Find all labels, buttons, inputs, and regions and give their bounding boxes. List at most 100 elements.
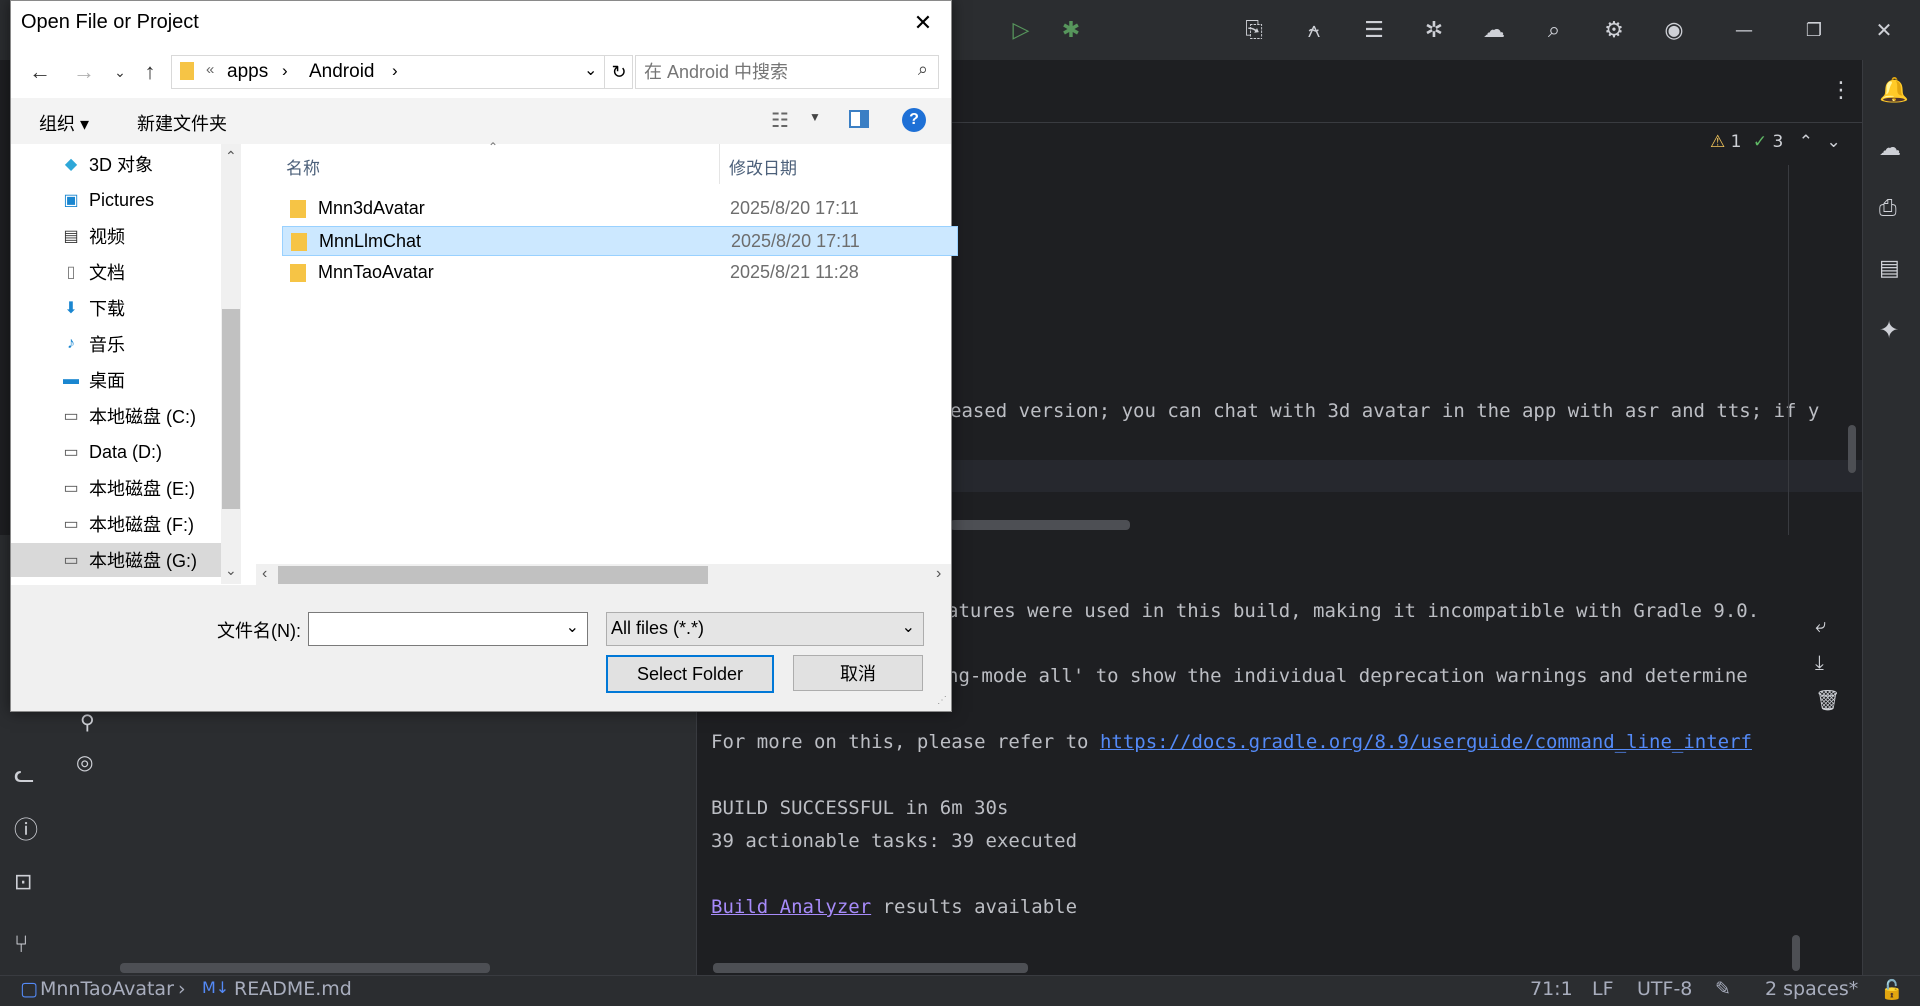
soft-wrap-icon[interactable]: ⤶ xyxy=(1815,613,1826,637)
nav-item-drive-f[interactable]: ▭ 本地磁盘 (F:) xyxy=(11,507,221,541)
breadcrumb-android[interactable]: Android xyxy=(309,61,375,83)
address-bar[interactable]: « apps › Android › ⌄ ↻ xyxy=(171,55,633,89)
file-row-mnntaoavatar[interactable]: MnnTaoAvatar 2025/8/21 11:28 xyxy=(282,258,958,288)
filename-input[interactable] xyxy=(313,617,547,641)
lock-icon[interactable]: 🔓 xyxy=(1880,978,1904,1001)
refresh-icon[interactable]: ↻ xyxy=(604,56,633,88)
window-close-icon[interactable]: ✕ xyxy=(1868,14,1900,46)
preview-pane-icon[interactable] xyxy=(849,110,869,128)
more-icon[interactable]: ⋮ xyxy=(1830,78,1852,103)
select-folder-button[interactable]: Select Folder xyxy=(606,655,774,693)
terminal-icon[interactable]: ⊡ xyxy=(14,870,32,895)
organize-menu[interactable]: 组织 ▾ xyxy=(39,110,89,136)
up-arrow-icon[interactable]: ↑ xyxy=(135,57,165,87)
caret-position[interactable]: 71:1 xyxy=(1530,978,1573,1000)
filename-combobox[interactable]: ⌄ xyxy=(308,612,588,646)
notifications-icon[interactable]: 🔔 xyxy=(1879,76,1909,104)
eye-icon[interactable]: ◎ xyxy=(76,750,93,774)
file-row-mnn3davatar[interactable]: Mnn3dAvatar 2025/8/20 17:11 xyxy=(282,194,958,224)
indent-setting[interactable]: 2 spaces* xyxy=(1765,978,1858,1000)
problems-icon[interactable]: ⓘ xyxy=(14,810,38,845)
search-box[interactable]: ⌕ xyxy=(635,55,939,89)
device-icon[interactable]: ☁ xyxy=(1478,14,1510,46)
nav-pane-scroll-thumb[interactable] xyxy=(222,309,240,509)
filetype-select[interactable]: All files (*.*) ⌄ xyxy=(606,612,924,646)
tree-hscrollbar[interactable] xyxy=(120,963,490,973)
sync-icon[interactable]: ☰ xyxy=(1358,14,1390,46)
column-divider[interactable] xyxy=(719,144,720,184)
chevron-down-icon[interactable]: ⌄ xyxy=(902,617,915,637)
search-input[interactable] xyxy=(642,59,896,85)
nav-item-drive-g[interactable]: ▭ 本地磁盘 (G:) xyxy=(11,543,221,577)
breadcrumb-project[interactable]: MnnTaoAvatar xyxy=(40,978,174,1000)
close-icon[interactable]: ✕ xyxy=(903,7,943,39)
help-icon[interactable]: ? xyxy=(902,108,926,132)
view-dropdown-icon[interactable]: ▼ xyxy=(809,110,821,124)
console-hscrollbar[interactable] xyxy=(713,963,1028,973)
column-header-name[interactable]: 名称 xyxy=(286,154,320,179)
gemini-icon[interactable]: ✦ xyxy=(1879,316,1899,344)
nav-item-drive-c[interactable]: ▭ 本地磁盘 (C:) xyxy=(11,399,221,433)
file-list-scroll-thumb[interactable] xyxy=(278,566,708,584)
scroll-down-icon[interactable]: ⌄ xyxy=(225,562,237,579)
nav-item-videos[interactable]: ▤ 视频 xyxy=(11,219,221,253)
file-row-mnnllmchat[interactable]: MnnLlmChat 2025/8/20 17:11 xyxy=(282,226,958,256)
maximize-icon[interactable]: ❐ xyxy=(1798,14,1830,46)
search-icon[interactable]: ⌕ xyxy=(1538,14,1570,46)
address-dropdown-icon[interactable]: ⌄ xyxy=(584,60,597,80)
cancel-button[interactable]: 取消 xyxy=(793,655,923,691)
view-options-icon[interactable]: ☷ xyxy=(771,108,789,133)
recent-locations-chevron-icon[interactable]: ⌄ xyxy=(105,57,135,87)
resize-grip-icon[interactable]: ⋰ xyxy=(937,695,947,706)
editor-vscrollbar[interactable] xyxy=(1848,425,1856,473)
nav-pane-scrollbar[interactable]: ⌃ ⌄ xyxy=(221,144,241,584)
breadcrumb-overflow[interactable]: « xyxy=(206,61,214,78)
scroll-left-icon[interactable]: ‹ xyxy=(262,565,267,583)
trash-icon[interactable]: 🗑 xyxy=(1815,688,1840,712)
build-analyzer-link[interactable]: Build Analyzer xyxy=(711,896,871,918)
device-manager-icon[interactable]: ☁ xyxy=(1879,136,1901,161)
nav-item-drive-e[interactable]: ▭ 本地磁盘 (E:) xyxy=(11,471,221,505)
search-icon[interactable]: ⌕ xyxy=(918,59,928,80)
debug-icon[interactable]: ✱ xyxy=(1055,14,1087,46)
nav-item-documents[interactable]: ▯ 文档 xyxy=(11,255,221,289)
nav-item-music[interactable]: ♪ 音乐 xyxy=(11,327,221,361)
cat-icon[interactable]: ᓚ xyxy=(14,760,34,788)
breadcrumb-file[interactable]: README.md xyxy=(234,978,352,1000)
device-explorer-icon[interactable]: ▤ xyxy=(1879,256,1900,281)
gradle-docs-link[interactable]: https://docs.gradle.org/8.9/userguide/co… xyxy=(1100,731,1752,753)
minimize-icon[interactable]: — xyxy=(1728,14,1760,46)
chevron-down-icon[interactable]: ⌄ xyxy=(566,617,579,637)
scroll-up-icon[interactable]: ⌃ xyxy=(225,148,237,165)
scroll-end-icon[interactable]: ⤓ xyxy=(1815,650,1824,674)
inspection-widget[interactable]: ⚠ 1 ✓ 3 ⌃ ⌄ xyxy=(1710,132,1841,152)
scroll-right-icon[interactable]: › xyxy=(936,565,941,583)
nav-item-downloads[interactable]: ⬇ 下载 xyxy=(11,291,221,325)
code-style-icon[interactable]: ✎ xyxy=(1715,978,1731,1000)
profiler-icon[interactable]: ⎘ xyxy=(1238,14,1270,46)
account-icon[interactable]: ◉ xyxy=(1658,14,1690,46)
new-folder-button[interactable]: 新建文件夹 xyxy=(137,110,227,136)
nav-item-pictures[interactable]: ▣ Pictures xyxy=(11,183,221,217)
editor-hscrollbar[interactable] xyxy=(950,520,1130,530)
bug-icon[interactable]: ✲ xyxy=(1418,14,1450,46)
file-list-hscrollbar[interactable]: ‹ › xyxy=(256,564,951,586)
chevron-up-icon[interactable]: ⌃ xyxy=(1799,132,1813,152)
nav-item-3d-objects[interactable]: ◆ 3D 对象 xyxy=(11,147,221,181)
back-arrow-icon[interactable]: ← xyxy=(25,57,55,87)
translate-icon[interactable]: ⍲ xyxy=(1298,14,1330,46)
line-ending[interactable]: LF xyxy=(1592,978,1614,1000)
git-icon[interactable]: ⑂ xyxy=(14,930,28,958)
chevron-down-icon[interactable]: ⌄ xyxy=(1826,132,1840,152)
run-icon[interactable]: ▷ xyxy=(1005,14,1037,46)
file-encoding[interactable]: UTF-8 xyxy=(1637,978,1692,1000)
breadcrumb-apps[interactable]: apps xyxy=(227,61,268,83)
forward-arrow-icon[interactable]: → xyxy=(69,57,99,87)
pin-icon[interactable]: ⚲ xyxy=(80,710,95,734)
running-devices-icon[interactable]: ⎙ xyxy=(1879,196,1897,221)
nav-item-drive-d[interactable]: ▭ Data (D:) xyxy=(11,435,221,469)
console-vscrollbar[interactable] xyxy=(1792,935,1800,971)
nav-item-desktop[interactable]: ▬ 桌面 xyxy=(11,363,221,397)
column-header-date[interactable]: 修改日期 xyxy=(729,154,797,179)
settings-icon[interactable]: ⚙ xyxy=(1598,14,1630,46)
